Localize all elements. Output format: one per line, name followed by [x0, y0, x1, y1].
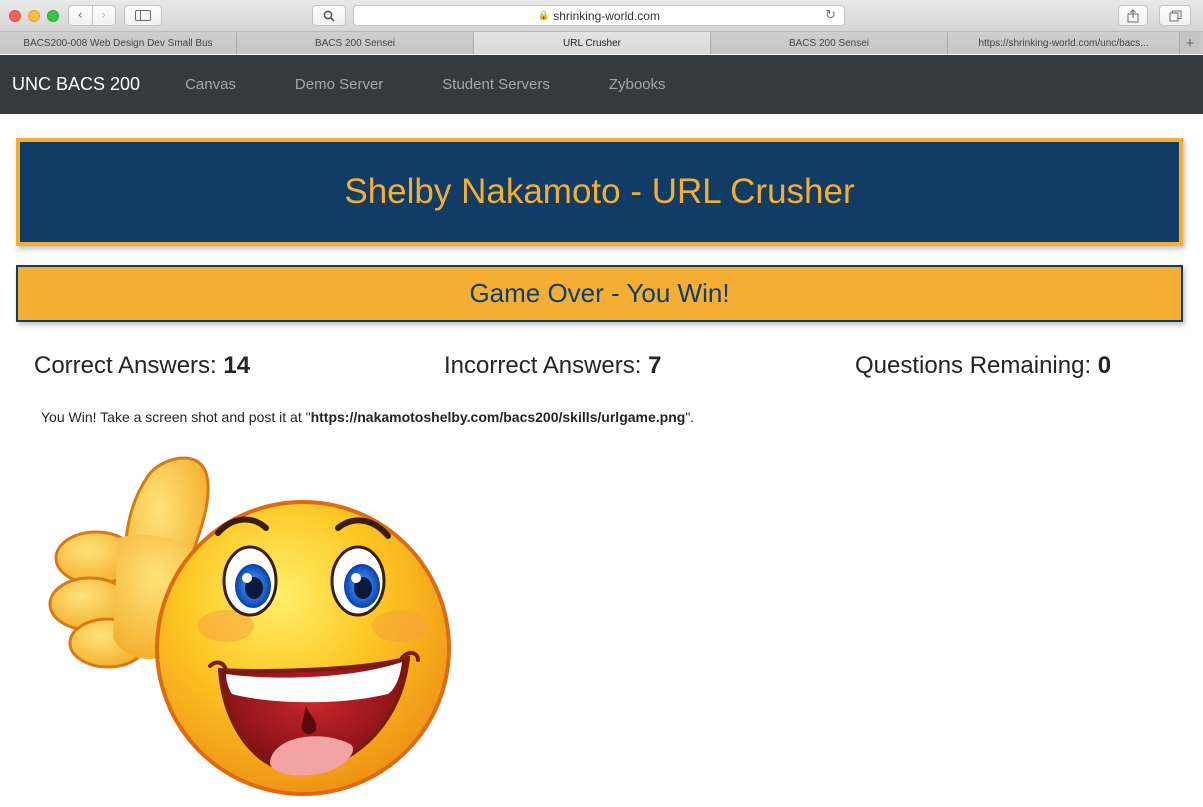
win-message: You Win! Take a screen shot and post it … [41, 409, 694, 425]
nav-link-demo-server[interactable]: Demo Server [295, 76, 383, 93]
score-label: Correct Answers: [34, 352, 217, 379]
score-value: 0 [1097, 352, 1112, 379]
forward-icon[interactable]: › [93, 6, 116, 25]
nav-link-zybooks[interactable]: Zybooks [609, 76, 666, 93]
browser-tab[interactable]: BACS200-008 Web Design Dev Small Bus [0, 32, 237, 54]
search-icon [323, 10, 335, 22]
tabs-overview-button[interactable] [1159, 5, 1191, 26]
navbar-brand[interactable]: UNC BACS 200 [12, 74, 140, 95]
page-title: Shelby Nakamoto - URL Crusher [344, 172, 855, 211]
nav-link-canvas[interactable]: Canvas [185, 76, 236, 93]
game-status: Game Over - You Win! [469, 278, 730, 308]
browser-tab[interactable]: BACS 200 Sensei [237, 32, 474, 54]
page-header: Shelby Nakamoto - URL Crusher [16, 138, 1183, 246]
browser-titlebar: ‹ › 🔒 shrinking-world.com ↻ [0, 0, 1203, 32]
score-value: 7 [648, 352, 662, 379]
browser-tab-active[interactable]: URL Crusher [474, 32, 711, 54]
share-icon [1127, 8, 1139, 22]
win-message-url: https://nakamotoshelby.com/bacs200/skill… [310, 409, 686, 425]
address-url: shrinking-world.com [553, 8, 660, 23]
sidebar-icon [135, 10, 151, 21]
incorrect-answers: Incorrect Answers: 7 [444, 352, 661, 380]
search-button[interactable] [312, 5, 346, 26]
score-label: Questions Remaining: [855, 352, 1092, 379]
lock-icon: 🔒 [538, 10, 550, 20]
site-navbar: UNC BACS 200 Canvas Demo Server Student … [0, 55, 1203, 114]
close-window-button[interactable] [9, 10, 21, 22]
win-message-prefix: You Win! Take a screen shot and post it … [41, 409, 311, 425]
nav-link-student-servers[interactable]: Student Servers [442, 76, 550, 93]
share-button[interactable] [1118, 5, 1148, 26]
history-nav: ‹ › [68, 5, 116, 26]
browser-tab[interactable]: https://shrinking-world.com/unc/bacs... [948, 32, 1180, 54]
new-tab-icon[interactable]: + [1180, 32, 1200, 54]
back-icon[interactable]: ‹ [69, 6, 93, 25]
correct-answers: Correct Answers: 14 [34, 352, 250, 380]
score-label: Incorrect Answers: [444, 352, 642, 379]
score-value: 14 [223, 352, 251, 379]
minimize-window-button[interactable] [28, 10, 40, 22]
tab-bar: BACS200-008 Web Design Dev Small Bus BAC… [0, 32, 1203, 54]
tabs-icon [1169, 10, 1181, 21]
sidebar-toggle-button[interactable] [124, 5, 162, 26]
address-bar[interactable]: 🔒 shrinking-world.com ↻ [353, 5, 845, 26]
questions-remaining: Questions Remaining: 0 [855, 352, 1111, 380]
thumbs-up-smiley-emoji [48, 456, 451, 796]
win-message-suffix: ". [685, 409, 695, 425]
reload-icon[interactable]: ↻ [825, 8, 836, 23]
maximize-window-button[interactable] [47, 10, 59, 22]
game-status-banner: Game Over - You Win! [16, 265, 1183, 322]
browser-tab[interactable]: BACS 200 Sensei [711, 32, 948, 54]
